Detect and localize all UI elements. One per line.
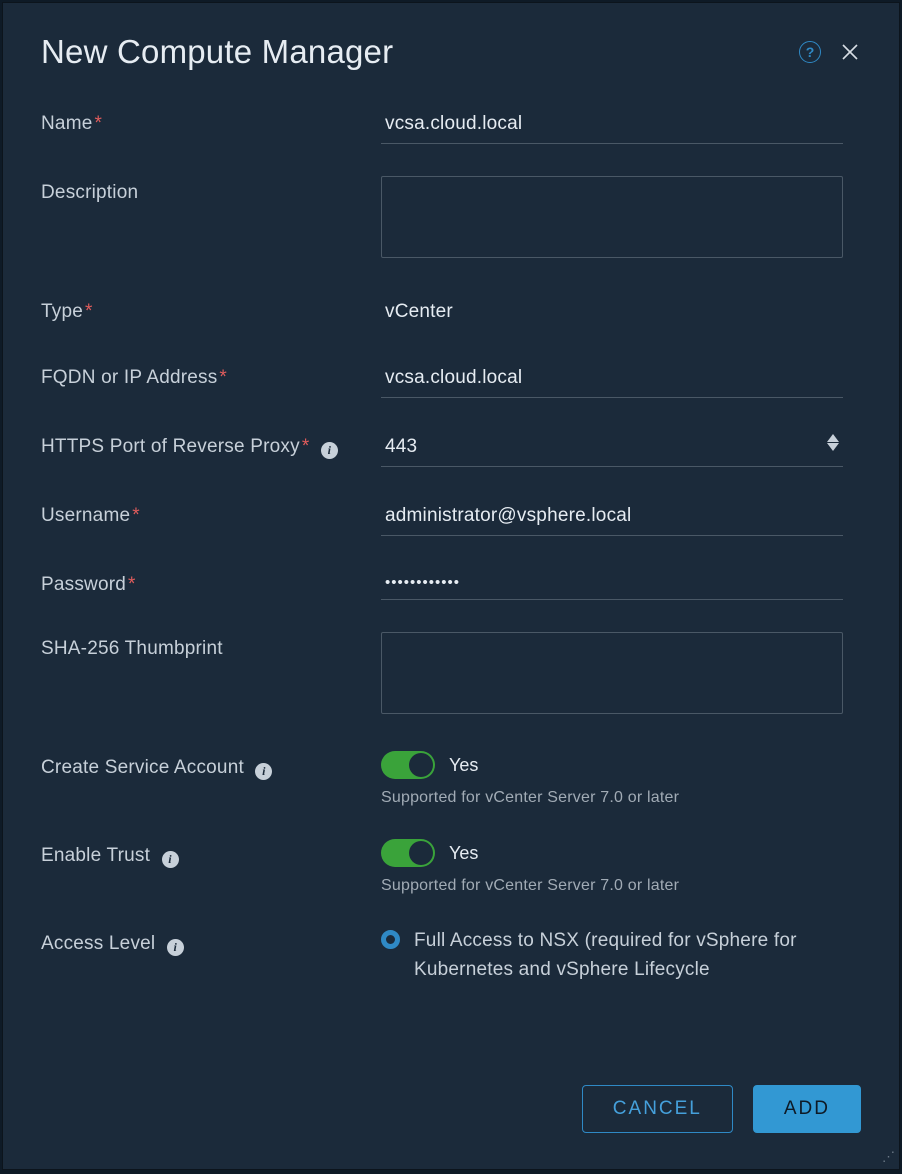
- username-input[interactable]: [381, 499, 843, 536]
- thumbprint-input[interactable]: [381, 632, 843, 714]
- access-level-full-radio[interactable]: [381, 930, 400, 949]
- name-input[interactable]: [381, 107, 843, 144]
- dialog-header: New Compute Manager ?: [3, 3, 899, 97]
- cancel-button[interactable]: CANCEL: [582, 1085, 733, 1133]
- form-body[interactable]: Name* Description Type* vCenter F: [3, 97, 885, 1057]
- password-label: Password*: [41, 568, 381, 596]
- fqdn-label: FQDN or IP Address*: [41, 361, 381, 389]
- toggle-value-label: Yes: [449, 843, 478, 864]
- info-icon[interactable]: i: [162, 851, 179, 868]
- info-icon[interactable]: i: [167, 939, 184, 956]
- description-input[interactable]: [381, 176, 843, 258]
- add-button[interactable]: ADD: [753, 1085, 861, 1133]
- username-label: Username*: [41, 499, 381, 527]
- help-text: Supported for vCenter Server 7.0 or late…: [381, 877, 843, 895]
- access-level-full-label: Full Access to NSX (required for vSphere…: [414, 927, 843, 984]
- new-compute-manager-dialog: New Compute Manager ? Name* Description: [2, 2, 900, 1170]
- toggle-value-label: Yes: [449, 755, 478, 776]
- info-icon[interactable]: i: [255, 763, 272, 780]
- enable-trust-label: Enable Trust i: [41, 839, 381, 868]
- type-label: Type*: [41, 295, 381, 323]
- create-service-account-toggle[interactable]: [381, 751, 435, 779]
- enable-trust-toggle[interactable]: [381, 839, 435, 867]
- number-stepper[interactable]: [827, 434, 839, 451]
- dialog-footer: CANCEL ADD: [3, 1057, 899, 1169]
- create-service-account-label: Create Service Account i: [41, 751, 381, 780]
- https-port-input[interactable]: [381, 430, 843, 467]
- thumbprint-label: SHA-256 Thumbprint: [41, 632, 381, 660]
- info-icon[interactable]: i: [321, 442, 338, 459]
- fqdn-input[interactable]: [381, 361, 843, 398]
- chevron-up-icon: [827, 434, 839, 442]
- type-value: vCenter: [381, 295, 843, 329]
- access-level-label: Access Level i: [41, 927, 381, 956]
- close-icon[interactable]: [839, 41, 861, 63]
- https-port-label: HTTPS Port of Reverse Proxy* i: [41, 430, 381, 459]
- name-label: Name*: [41, 107, 381, 135]
- chevron-down-icon: [827, 443, 839, 451]
- password-input[interactable]: [381, 568, 843, 600]
- dialog-title: New Compute Manager: [41, 33, 799, 71]
- description-label: Description: [41, 176, 381, 204]
- help-text: Supported for vCenter Server 7.0 or late…: [381, 789, 843, 807]
- help-icon[interactable]: ?: [799, 41, 821, 63]
